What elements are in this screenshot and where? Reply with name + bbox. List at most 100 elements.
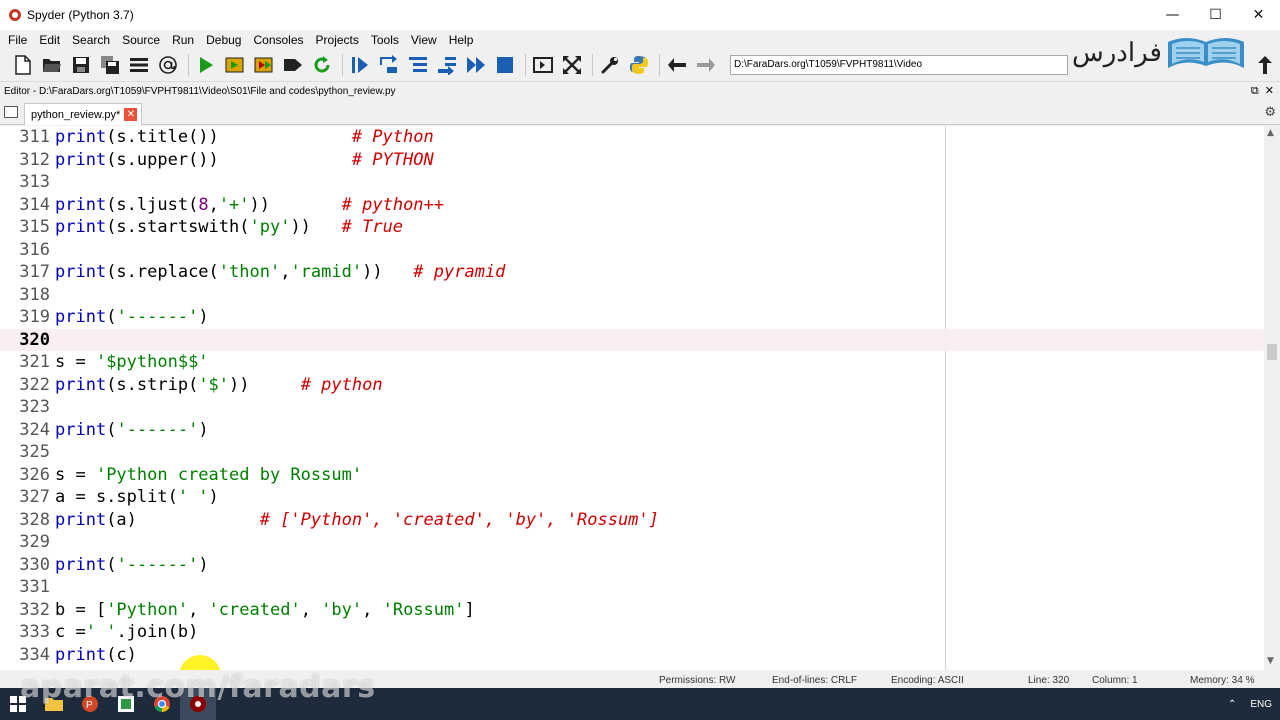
code-line[interactable]: 333 c =' '.join(b) [0, 621, 1264, 643]
code-line[interactable]: 314 print(s.ljust(8,'+')) # python++ [0, 194, 1264, 216]
run-cell-advance-button[interactable] [253, 54, 275, 76]
close-button[interactable]: ✕ [1237, 0, 1280, 30]
code-line[interactable]: 324 print('------') [0, 419, 1264, 441]
code-line[interactable]: 323 [0, 396, 1264, 418]
debug-button[interactable] [349, 54, 371, 76]
working-directory-input[interactable]: D:\FaraDars.org\T1059\FVPHT9811\Video [730, 55, 1068, 75]
code-token: '$' [198, 374, 230, 395]
code-token: '------' [116, 307, 199, 327]
menu-debug[interactable]: Debug [200, 33, 247, 47]
forward-button[interactable] [695, 54, 717, 76]
run-cell-button[interactable] [224, 54, 246, 76]
code-line[interactable]: 327 a = s.split(' ') [0, 486, 1264, 508]
code-line[interactable]: 328 print(a) # ['Python', 'created', 'by'… [0, 509, 1264, 531]
code-line[interactable]: 326 s = 'Python created by Rossum' [0, 464, 1264, 486]
wrench-icon [601, 57, 618, 74]
menu-edit[interactable]: Edit [33, 33, 66, 47]
gear-icon[interactable]: ⚙ [1264, 105, 1276, 120]
code-token: print [55, 217, 107, 237]
fullscreen-button[interactable] [561, 54, 583, 76]
menu-consoles[interactable]: Consoles [247, 33, 309, 47]
menu-help[interactable]: Help [443, 33, 480, 47]
code-line[interactable]: 312 print(s.upper()) # PYTHON [0, 149, 1264, 171]
menu-view[interactable]: View [405, 33, 443, 47]
scroll-up-button[interactable] [1254, 54, 1276, 76]
tab-python-review[interactable]: python_review.py* ✕ [24, 103, 143, 125]
line-number: 311 [19, 127, 50, 147]
book-logo-icon [1168, 38, 1244, 68]
step-button[interactable] [378, 54, 400, 76]
menu-projects[interactable]: Projects [310, 33, 365, 47]
code-line[interactable]: 316 [0, 239, 1264, 261]
scrollbar-thumb[interactable] [1267, 344, 1277, 360]
menu-source[interactable]: Source [116, 33, 166, 47]
browse-tabs-icon[interactable] [4, 106, 18, 118]
code-editor[interactable]: 311 print(s.title()) # Python 312 print(s.u… [0, 126, 1264, 670]
run-selection-button[interactable] [282, 54, 304, 76]
code-token: print [55, 149, 107, 170]
code-token: '+' [218, 194, 250, 215]
play-icon [200, 57, 213, 73]
run-cell-advance-icon [254, 57, 273, 73]
menu-run[interactable]: Run [166, 33, 200, 47]
debug-icon [352, 57, 368, 73]
minimize-button[interactable]: — [1151, 0, 1194, 30]
code-line[interactable]: 330 print('------') [0, 554, 1264, 576]
rerun-button[interactable] [311, 54, 333, 76]
code-text: print('------') [52, 554, 209, 576]
save-all-button[interactable] [99, 54, 121, 76]
code-token: '------' [116, 419, 199, 440]
toolbar-separator [659, 54, 660, 76]
browse-tabs-button[interactable] [128, 54, 150, 76]
menu-tools[interactable]: Tools [365, 33, 405, 47]
back-button[interactable] [666, 54, 688, 76]
step-into-button[interactable] [407, 54, 429, 76]
scroll-up-arrow-icon[interactable]: ▲ [1267, 128, 1274, 138]
pythonpath-button[interactable] [628, 54, 650, 76]
code-line[interactable]: 332 b = ['Python', 'created', 'by', 'Ross… [0, 599, 1264, 621]
code-line[interactable]: 318 [0, 284, 1264, 306]
code-line[interactable]: 311 print(s.title()) # Python [0, 126, 1264, 148]
code-token: (s.upper()) [106, 149, 352, 170]
tab-close-icon[interactable]: ✕ [124, 108, 138, 121]
fullscreen-icon [563, 56, 581, 74]
undock-icon[interactable]: ⧉ [1251, 84, 1259, 98]
new-file-button[interactable] [12, 54, 34, 76]
code-line[interactable]: 331 [0, 576, 1264, 598]
code-line[interactable]: 325 [0, 441, 1264, 463]
save-button[interactable] [70, 54, 92, 76]
code-line[interactable]: 329 [0, 531, 1264, 553]
preferences-button[interactable] [599, 54, 621, 76]
continue-button[interactable] [465, 54, 487, 76]
line-number: 315 [19, 217, 50, 237]
menu-search[interactable]: Search [66, 33, 116, 47]
code-token: 'created' [208, 599, 301, 620]
code-line[interactable]: 317 print(s.replace('thon','ramid')) # py… [0, 261, 1264, 283]
close-pane-icon[interactable]: ✕ [1265, 84, 1274, 98]
language-indicator[interactable]: ENG [1250, 699, 1272, 710]
at-button[interactable] [157, 54, 179, 76]
open-file-button[interactable] [41, 54, 63, 76]
code-line[interactable]: 313 [0, 171, 1264, 193]
code-token: (s.ljust( [106, 194, 199, 215]
maximize-pane-button[interactable] [532, 54, 554, 76]
menu-file[interactable]: File [2, 33, 33, 47]
rerun-icon [314, 56, 330, 73]
code-token: print [55, 644, 107, 665]
maximize-pane-icon [533, 57, 553, 73]
run-button[interactable] [195, 54, 217, 76]
code-line[interactable]: 315 print(s.startswith('py')) # True [0, 216, 1264, 238]
code-token: .join(b) [116, 622, 199, 642]
stop-debug-button[interactable] [494, 54, 516, 76]
code-line[interactable]: 322 print(s.strip('$')) # python [0, 374, 1264, 396]
code-line[interactable]: 320 [0, 328, 1264, 351]
code-token: # True [341, 217, 404, 237]
code-line[interactable]: 319 print('------') [0, 306, 1264, 328]
step-return-button[interactable] [436, 54, 458, 76]
scroll-down-arrow-icon[interactable]: ▼ [1267, 656, 1274, 666]
tray-chevron-icon[interactable]: ⌃ [1228, 699, 1236, 710]
status-permissions: Permissions: RW [659, 675, 736, 686]
maximize-button[interactable]: ☐ [1194, 0, 1237, 30]
code-line[interactable]: 321 s = '$python$$' [0, 351, 1264, 373]
editor-scrollbar[interactable]: ▲ ▼ [1264, 126, 1280, 670]
